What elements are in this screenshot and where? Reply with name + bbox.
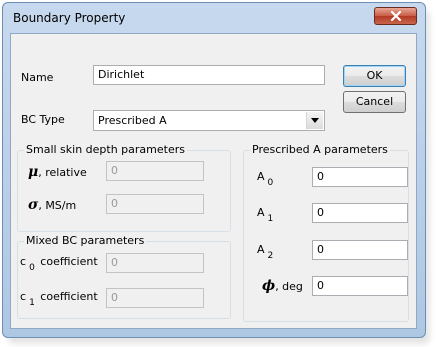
skin-depth-group-title: Small skin depth parameters [24, 143, 187, 156]
window-title: Boundary Property [13, 11, 126, 25]
a2-subscript: 2 [267, 251, 274, 261]
name-input[interactable]: Dirichlet [93, 65, 325, 85]
c0-label: c0 coefficient [20, 255, 98, 273]
a2-label: A2 [257, 243, 273, 261]
title-bar[interactable]: Boundary Property [3, 3, 425, 33]
chevron-down-icon [311, 118, 319, 123]
dialog-window: Boundary Property Name Dirichlet OK Canc… [2, 2, 426, 338]
prescribed-a-group-title: Prescribed A parameters [250, 143, 390, 156]
ok-button[interactable]: OK [343, 65, 406, 87]
c1-subscript: 1 [29, 298, 35, 308]
bc-type-dropdown-button[interactable] [306, 112, 323, 129]
cancel-button[interactable]: Cancel [343, 91, 406, 113]
mixed-bc-group-title: Mixed BC parameters [24, 234, 147, 247]
c1-coefficient-label: coefficient [40, 290, 98, 303]
a2-input[interactable]: 0 [312, 240, 408, 260]
skin-depth-group: Small skin depth parameters μ, relative … [17, 143, 231, 232]
a0-letter: A [257, 170, 265, 183]
c1-label: c1 coefficient [20, 290, 98, 308]
prescribed-a-group: Prescribed A parameters A0 0 A1 0 A2 0 ϕ… [243, 143, 409, 322]
phi-label: ϕ, deg [262, 278, 303, 294]
phi-unit-label: , deg [275, 280, 303, 293]
mu-input[interactable]: 0 [106, 161, 204, 181]
c0-input[interactable]: 0 [106, 253, 204, 273]
sigma-symbol: σ [28, 197, 39, 213]
sigma-unit-label: , MS/m [38, 199, 77, 212]
c1-input[interactable]: 0 [106, 288, 204, 308]
a1-subscript: 1 [267, 214, 274, 224]
name-label: Name [21, 71, 54, 84]
c1-letter: c [20, 290, 27, 303]
a0-input[interactable]: 0 [312, 167, 408, 187]
phi-symbol: ϕ [262, 278, 276, 294]
a1-letter: A [257, 206, 265, 219]
c0-letter: c [20, 255, 27, 268]
mixed-bc-group: Mixed BC parameters c0 coefficient 0 c1 … [17, 234, 231, 319]
phi-input[interactable]: 0 [312, 276, 408, 296]
a0-subscript: 0 [267, 178, 274, 188]
mu-symbol: μ [28, 164, 39, 180]
dialog-client-area: Name Dirichlet OK Cancel BC Type Prescri… [10, 33, 417, 329]
a2-letter: A [257, 243, 265, 256]
bc-type-select[interactable]: Prescribed A [93, 110, 325, 131]
a1-label: A1 [257, 206, 273, 224]
sigma-label: σ, MS/m [28, 197, 76, 213]
c0-subscript: 0 [29, 263, 35, 273]
mu-unit-label: , relative [38, 166, 87, 179]
bc-type-selected-value: Prescribed A [98, 114, 167, 127]
c0-coefficient-label: coefficient [40, 255, 98, 268]
a0-label: A0 [257, 170, 273, 188]
a1-input[interactable]: 0 [312, 203, 408, 223]
sigma-input[interactable]: 0 [106, 194, 204, 214]
bc-type-label: BC Type [21, 113, 65, 126]
close-button[interactable] [374, 7, 417, 25]
mu-label: μ, relative [28, 164, 87, 180]
close-icon [390, 11, 402, 21]
